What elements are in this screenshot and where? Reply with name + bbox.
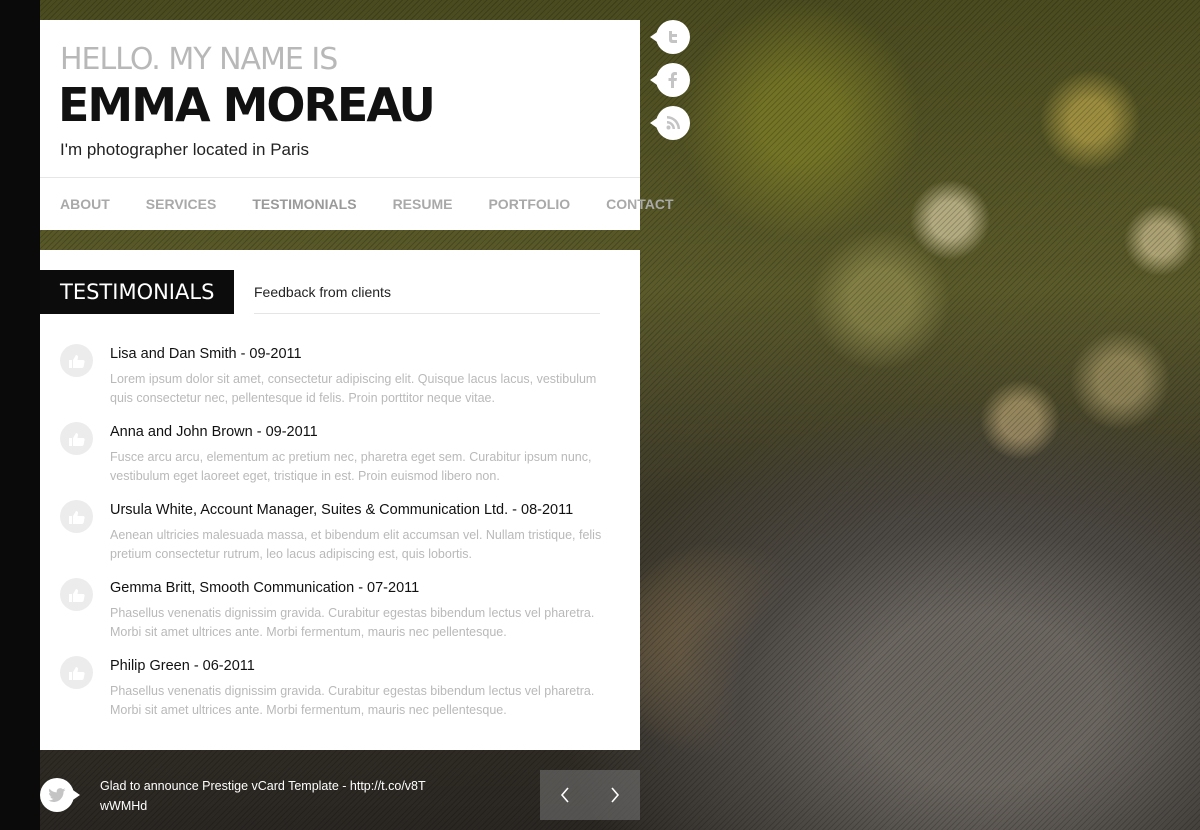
latest-tweet: Glad to announce Prestige vCard Template… bbox=[100, 779, 426, 813]
social-links bbox=[650, 20, 690, 149]
testimonial-author: Lisa and Dan Smith - 09-2011 bbox=[110, 346, 302, 362]
testimonial-author: Anna and John Brown - 09-2011 bbox=[110, 424, 318, 440]
tweet-bubble bbox=[40, 778, 80, 812]
nav-item-services[interactable]: SERVICES bbox=[146, 196, 217, 212]
nav-item-about[interactable]: ABOUT bbox=[60, 196, 110, 212]
testimonial-item: Lisa and Dan Smith - 09-2011 Lorem ipsum… bbox=[60, 344, 620, 422]
nav-item-testimonials[interactable]: TESTIMONIALS bbox=[252, 196, 356, 212]
greeting: HELLO. MY NAME IS bbox=[60, 42, 338, 77]
person-name: EMMA MOREAU bbox=[58, 78, 436, 132]
thumbs-up-icon bbox=[60, 500, 93, 533]
twitter-icon bbox=[656, 20, 690, 54]
testimonial-author: Philip Green - 06-2011 bbox=[110, 658, 255, 674]
chevron-right-icon bbox=[611, 787, 620, 803]
testimonials-section: TESTIMONIALS Feedback from clients Lisa … bbox=[40, 250, 640, 750]
section-subtitle: Feedback from clients bbox=[254, 270, 600, 314]
facebook-link[interactable] bbox=[650, 63, 690, 97]
next-button[interactable] bbox=[590, 770, 640, 820]
twitter-bird-icon bbox=[40, 778, 74, 812]
main-nav: ABOUT SERVICES TESTIMONIALS RESUME PORTF… bbox=[40, 177, 674, 230]
testimonial-text: Fusce arcu arcu, elementum ac pretium ne… bbox=[110, 450, 592, 483]
left-bar bbox=[0, 0, 40, 830]
testimonial-author: Ursula White, Account Manager, Suites & … bbox=[110, 502, 574, 518]
testimonial-list: Lisa and Dan Smith - 09-2011 Lorem ipsum… bbox=[60, 344, 620, 734]
nav-item-resume[interactable]: RESUME bbox=[393, 196, 453, 212]
testimonial-text: Phasellus venenatis dignissim gravida. C… bbox=[110, 606, 595, 639]
chevron-left-icon bbox=[560, 787, 569, 803]
testimonial-text: Phasellus venenatis dignissim gravida. C… bbox=[110, 684, 595, 717]
testimonial-text: Aenean ultricies malesuada massa, et bib… bbox=[110, 528, 602, 561]
testimonial-item: Gemma Britt, Smooth Communication - 07-2… bbox=[60, 578, 620, 656]
nav-item-portfolio[interactable]: PORTFOLIO bbox=[488, 196, 570, 212]
thumbs-up-icon bbox=[60, 344, 93, 377]
section-title: TESTIMONIALS bbox=[40, 270, 234, 314]
prev-button[interactable] bbox=[540, 770, 590, 820]
testimonial-item: Ursula White, Account Manager, Suites & … bbox=[60, 500, 620, 578]
testimonial-item: Philip Green - 06-2011 Phasellus venenat… bbox=[60, 656, 620, 734]
testimonial-text: Lorem ipsum dolor sit amet, consectetur … bbox=[110, 372, 597, 405]
testimonial-item: Anna and John Brown - 09-2011 Fusce arcu… bbox=[60, 422, 620, 500]
thumbs-up-icon bbox=[60, 422, 93, 455]
thumbs-up-icon bbox=[60, 578, 93, 611]
rss-link[interactable] bbox=[650, 106, 690, 140]
active-nav-pointer bbox=[222, 210, 238, 218]
rss-icon bbox=[656, 106, 690, 140]
tweet-pager bbox=[540, 770, 640, 820]
tagline: I'm photographer located in Paris bbox=[60, 140, 309, 159]
facebook-icon bbox=[656, 63, 690, 97]
thumbs-up-icon bbox=[60, 656, 93, 689]
header-card: HELLO. MY NAME IS EMMA MOREAU I'm photog… bbox=[40, 20, 674, 230]
twitter-link[interactable] bbox=[650, 20, 690, 54]
nav-item-contact[interactable]: CONTACT bbox=[606, 196, 673, 212]
testimonial-author: Gemma Britt, Smooth Communication - 07-2… bbox=[110, 580, 420, 596]
